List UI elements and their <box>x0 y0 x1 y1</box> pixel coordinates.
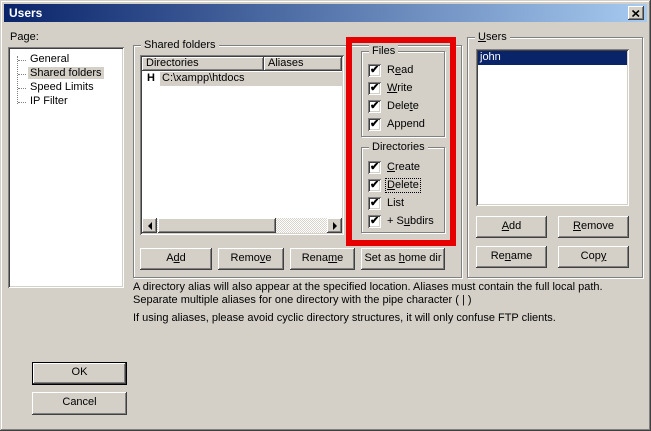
user-rename-button[interactable]: Rename <box>476 246 547 268</box>
alias-note-1: A directory alias will also appear at th… <box>133 281 639 307</box>
directory-row[interactable]: H C:\xampp\htdocs <box>142 72 342 86</box>
users-dialog: Users Page: General Shared folders Speed… <box>0 0 651 431</box>
shared-folders-group-label: Shared folders <box>141 39 219 52</box>
users-listbox[interactable]: john <box>476 49 629 206</box>
directories-listview: Directories Aliases H C:\xampp\htdocs <box>140 55 344 235</box>
window-title: Users <box>9 6 42 20</box>
users-group-label: Users <box>475 31 510 44</box>
annotation-highlight-box <box>346 37 456 246</box>
set-home-dir-button[interactable]: Set as home dir <box>361 248 445 270</box>
folder-rename-button[interactable]: Rename <box>290 248 355 270</box>
scroll-right-button[interactable] <box>327 218 342 233</box>
user-copy-button[interactable]: Copy <box>558 246 629 268</box>
folder-add-button[interactable]: Add <box>140 248 212 270</box>
users-group: Users john Add Remove Rename Copy <box>467 37 643 278</box>
scroll-left-icon <box>148 222 152 230</box>
title-bar[interactable]: Users <box>4 4 647 22</box>
directory-path[interactable]: C:\xampp\htdocs <box>160 72 342 86</box>
page-tree: General Shared folders Speed Limits IP F… <box>8 47 124 288</box>
scroll-left-button[interactable] <box>142 218 157 233</box>
page-item-ip-filter[interactable]: IP Filter <box>8 95 118 109</box>
scrollbar-thumb[interactable] <box>158 218 276 233</box>
user-add-button[interactable]: Add <box>476 216 547 238</box>
close-button[interactable] <box>628 6 644 20</box>
column-header-directories[interactable]: Directories <box>142 57 264 71</box>
user-remove-button[interactable]: Remove <box>558 216 629 238</box>
close-icon <box>632 10 640 17</box>
page-item-shared-folders[interactable]: Shared folders <box>8 67 118 81</box>
alias-note-2: If using aliases, please avoid cyclic di… <box>133 312 639 325</box>
folder-remove-button[interactable]: Remove <box>218 248 284 270</box>
page-item-speed-limits[interactable]: Speed Limits <box>8 81 118 95</box>
listview-header: Directories Aliases <box>142 57 342 71</box>
scroll-right-icon <box>333 222 337 230</box>
ok-button[interactable]: OK <box>32 362 127 385</box>
page-label: Page: <box>10 31 39 43</box>
home-flag: H <box>147 72 155 85</box>
user-item-john[interactable]: john <box>478 51 627 65</box>
column-header-aliases[interactable]: Aliases <box>264 57 342 71</box>
alias-notes: A directory alias will also appear at th… <box>133 281 639 330</box>
cancel-button[interactable]: Cancel <box>32 392 127 415</box>
page-item-general[interactable]: General <box>8 53 118 67</box>
horizontal-scrollbar[interactable] <box>142 218 342 233</box>
